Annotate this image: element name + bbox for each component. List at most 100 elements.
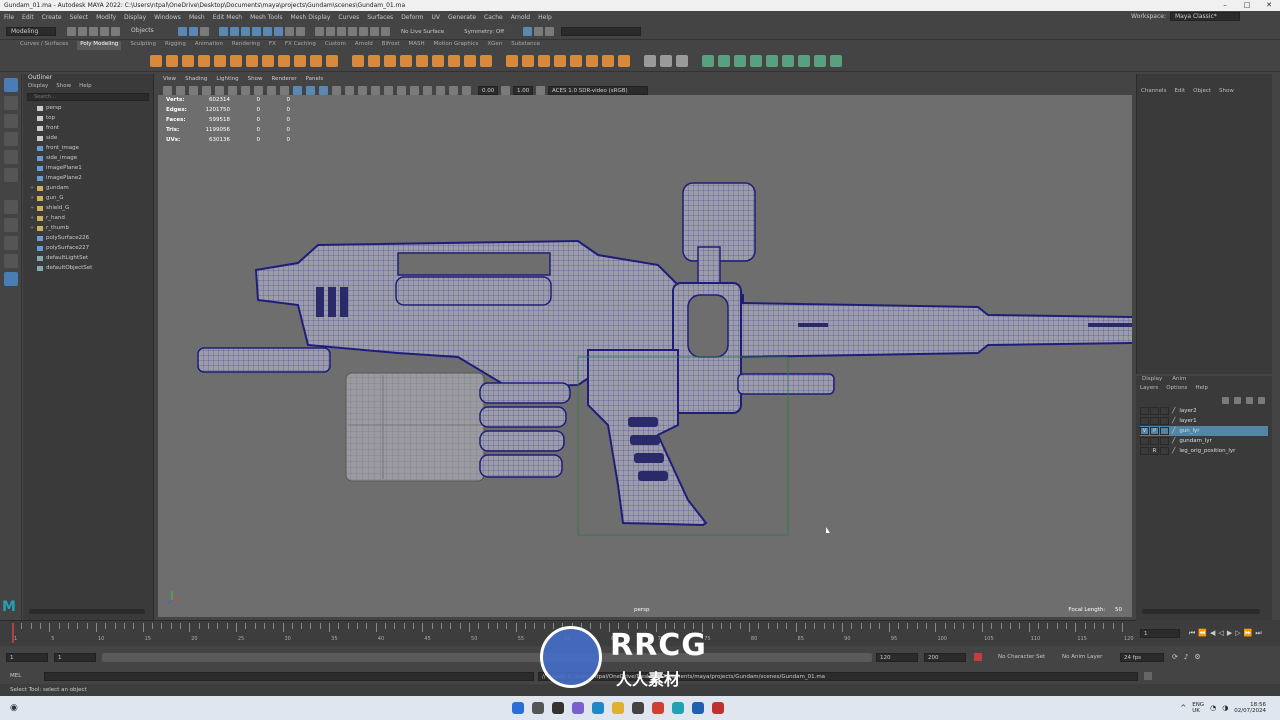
layer-color-swatch[interactable] bbox=[1160, 447, 1169, 455]
layer-visibility-toggle[interactable] bbox=[1140, 437, 1149, 445]
shelf-tab-rigging[interactable]: Rigging bbox=[165, 41, 186, 50]
automatic-map-icon[interactable] bbox=[766, 54, 778, 67]
auto-key-icon[interactable] bbox=[974, 653, 982, 661]
new-layer-icon[interactable] bbox=[1246, 396, 1253, 404]
snap-grid-icon[interactable] bbox=[219, 27, 228, 36]
outliner-item[interactable]: + r_hand bbox=[23, 213, 153, 223]
append-polygon-icon[interactable] bbox=[570, 54, 582, 67]
select-hierarchy-icon[interactable] bbox=[178, 27, 187, 36]
poly-plane-icon[interactable] bbox=[230, 54, 242, 67]
save-scene-icon[interactable] bbox=[89, 27, 98, 36]
menu-create[interactable]: Create bbox=[42, 14, 62, 21]
shelf-tab-fx[interactable]: FX bbox=[269, 41, 276, 50]
quick-command-input[interactable] bbox=[561, 27, 642, 36]
fps-dropdown[interactable]: 24 fps bbox=[1120, 652, 1164, 662]
poly-torus-icon[interactable] bbox=[214, 54, 226, 67]
mirror-icon[interactable] bbox=[416, 54, 428, 67]
menu-select[interactable]: Select bbox=[70, 14, 89, 21]
isolate-select-icon[interactable] bbox=[423, 85, 432, 95]
expand-icon[interactable]: + bbox=[30, 185, 36, 191]
outliner-item[interactable]: front bbox=[23, 123, 153, 133]
motion-blur-icon[interactable] bbox=[384, 85, 393, 95]
menu-edit[interactable]: Edit bbox=[22, 14, 34, 21]
four-view-layout-icon[interactable] bbox=[3, 236, 18, 250]
sound-icon[interactable]: ♪ bbox=[1184, 653, 1188, 661]
side-tab-strip[interactable] bbox=[1272, 74, 1280, 620]
rotate-tool-icon[interactable] bbox=[3, 150, 18, 164]
outliner-item[interactable]: defaultLightSet bbox=[23, 253, 153, 263]
gamma-field[interactable]: 1.00 bbox=[513, 85, 533, 95]
outliner-item[interactable]: + gun_G bbox=[23, 193, 153, 203]
single-perspective-layout-icon[interactable] bbox=[3, 218, 18, 232]
channel-menu-channels[interactable]: Channels bbox=[1141, 88, 1166, 94]
sidebar-toggle-icon[interactable] bbox=[534, 27, 544, 36]
clock[interactable]: 18:56 02/07/2024 bbox=[1234, 702, 1266, 714]
end-time-field[interactable]: 200 bbox=[924, 652, 966, 662]
expand-icon[interactable]: + bbox=[30, 205, 36, 211]
language-indicator[interactable]: ENG UK bbox=[1192, 702, 1204, 714]
select-component-icon[interactable] bbox=[200, 27, 209, 36]
viewport-menu-renderer[interactable]: Renderer bbox=[271, 76, 296, 85]
spherical-map-icon[interactable] bbox=[750, 54, 762, 67]
shelf-tab-substance[interactable]: Substance bbox=[511, 41, 540, 50]
extrude-icon[interactable] bbox=[538, 54, 550, 67]
render-settings-icon[interactable] bbox=[370, 27, 379, 36]
shelf-tab-poly-modeling[interactable]: Poly Modeling bbox=[77, 41, 122, 50]
app2-icon[interactable] bbox=[691, 702, 704, 714]
layer-hscrollbar[interactable] bbox=[1142, 609, 1260, 614]
start-time-field[interactable]: 1 bbox=[6, 652, 48, 662]
layer-menu-options[interactable]: Options bbox=[1166, 385, 1187, 394]
snap-surface-icon[interactable] bbox=[263, 27, 272, 36]
multi-cut-icon[interactable] bbox=[644, 54, 656, 67]
widgets-icon[interactable]: ◉ bbox=[10, 703, 18, 713]
redo-icon[interactable] bbox=[111, 27, 120, 36]
step-back-key-icon[interactable]: ⏪ bbox=[1198, 629, 1207, 637]
app-icon[interactable] bbox=[651, 702, 664, 714]
wireframe-on-shaded-icon[interactable] bbox=[319, 85, 328, 95]
go-to-end-icon[interactable]: ⏭ bbox=[1255, 629, 1261, 638]
close-button[interactable]: ✕ bbox=[1258, 0, 1280, 11]
shelf-tab-rendering[interactable]: Rendering bbox=[232, 41, 260, 50]
outliner-item[interactable]: side bbox=[23, 133, 153, 143]
poly-disc-icon[interactable] bbox=[246, 54, 258, 67]
menu-surfaces[interactable]: Surfaces bbox=[367, 14, 393, 21]
outliner-hscrollbar[interactable] bbox=[29, 609, 145, 614]
retopologize-icon[interactable] bbox=[480, 54, 492, 67]
separate-icon[interactable] bbox=[368, 54, 380, 67]
poly-sphere-icon[interactable] bbox=[150, 54, 162, 67]
shelf-tab-sculpting[interactable]: Sculpting bbox=[130, 41, 156, 50]
loop-icon[interactable]: ⟳ bbox=[1172, 653, 1178, 661]
shelf-tab-arnold[interactable]: Arnold bbox=[355, 41, 373, 50]
playback-end-field[interactable]: 120 bbox=[876, 652, 918, 662]
shelf-tab-custom[interactable]: Custom bbox=[325, 41, 346, 50]
viewport-menu-lighting[interactable]: Lighting bbox=[216, 76, 238, 85]
remesh-icon[interactable] bbox=[464, 54, 476, 67]
safe-action-icon[interactable] bbox=[280, 85, 289, 95]
layer-playback-toggle[interactable] bbox=[1150, 437, 1159, 445]
range-bar[interactable] bbox=[102, 652, 872, 662]
layer-color-swatch[interactable] bbox=[1160, 407, 1169, 415]
gamma-icon[interactable] bbox=[501, 85, 510, 95]
soft-select-icon[interactable] bbox=[523, 27, 533, 36]
command-input[interactable] bbox=[44, 671, 534, 681]
viewport-menu-shading[interactable]: Shading bbox=[185, 76, 207, 85]
selection-mask-dropdown[interactable]: Objects bbox=[127, 27, 173, 36]
outliner-item[interactable]: + r_thumb bbox=[23, 223, 153, 233]
shelf-tab-animation[interactable]: Animation bbox=[195, 41, 223, 50]
menu-uv[interactable]: UV bbox=[432, 14, 441, 21]
viewport-menu-view[interactable]: View bbox=[163, 76, 176, 85]
grid-toggle-icon[interactable] bbox=[215, 85, 224, 95]
boolean-icon[interactable] bbox=[400, 54, 412, 67]
expand-icon[interactable]: + bbox=[30, 225, 36, 231]
step-back-icon[interactable]: ◀ bbox=[1210, 629, 1215, 637]
edge-loop-icon[interactable] bbox=[676, 54, 688, 67]
layer-color-swatch[interactable] bbox=[1160, 437, 1169, 445]
menu-generate[interactable]: Generate bbox=[448, 14, 476, 21]
menu-edit-mesh[interactable]: Edit Mesh bbox=[213, 14, 242, 21]
ipr-render-icon[interactable] bbox=[359, 27, 368, 36]
current-frame-field[interactable]: 1 bbox=[1140, 628, 1180, 638]
layer-move-up-icon[interactable] bbox=[1222, 396, 1229, 404]
volume-icon[interactable]: ◑ bbox=[1222, 704, 1228, 712]
textured-icon[interactable] bbox=[332, 85, 341, 95]
expand-icon[interactable]: + bbox=[30, 195, 36, 201]
